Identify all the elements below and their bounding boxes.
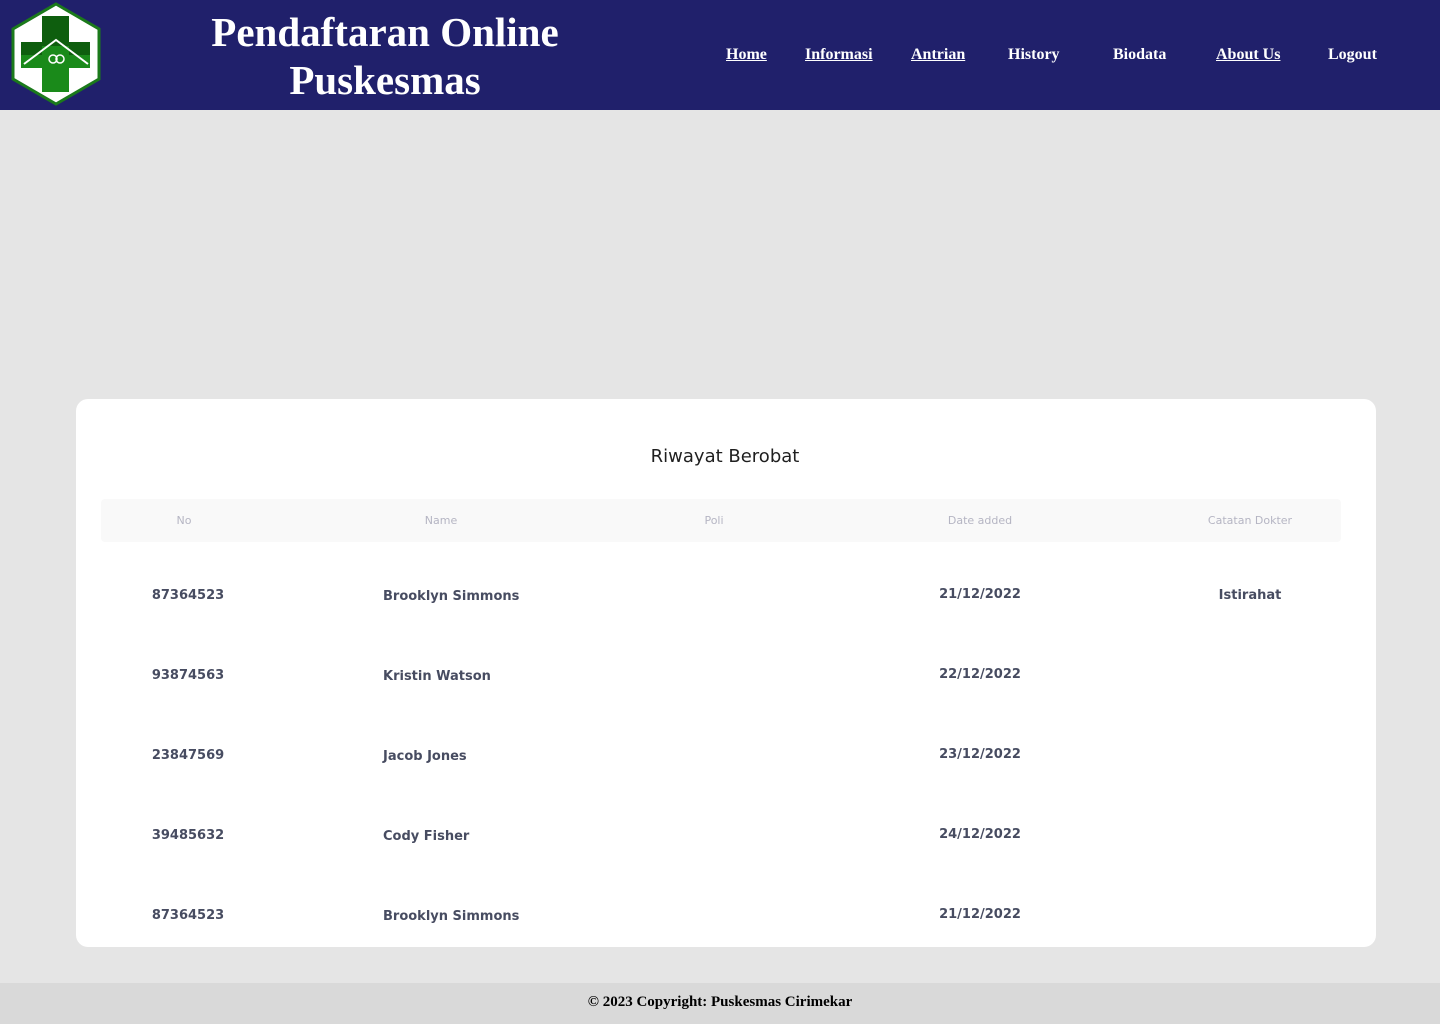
cell-date: 23/12/2022 <box>939 747 1021 762</box>
nav-logout[interactable]: Logout <box>1328 45 1377 65</box>
cell-no: 39485632 <box>151 828 225 843</box>
cell-name: Cody Fisher <box>383 829 470 844</box>
main-nav: Home Informasi Antrian History Biodata A… <box>0 0 1440 110</box>
nav-informasi[interactable]: Informasi <box>805 45 873 65</box>
history-card <box>76 399 1376 947</box>
cell-date: 24/12/2022 <box>939 827 1021 842</box>
cell-name: Brooklyn Simmons <box>383 909 520 924</box>
nav-about-us[interactable]: About Us <box>1216 45 1280 65</box>
column-header-no: No <box>176 514 192 527</box>
cell-date: 21/12/2022 <box>939 907 1021 922</box>
column-header-date-added: Date added <box>947 514 1013 527</box>
cell-name: Jacob Jones <box>383 749 467 764</box>
cell-no: 93874563 <box>151 668 225 683</box>
footer-copyright: © 2023 Copyright: Puskesmas Cirimekar <box>587 994 853 1010</box>
history-title: Riwayat Berobat <box>650 446 800 467</box>
cell-no: 87364523 <box>151 908 225 923</box>
header-bar: Pendaftaran Online Puskesmas Home Inform… <box>0 0 1440 110</box>
cell-name: Kristin Watson <box>383 669 491 684</box>
column-header-name: Name <box>424 514 458 527</box>
nav-history[interactable]: History <box>1008 45 1060 65</box>
cell-name: Brooklyn Simmons <box>383 589 520 604</box>
nav-home[interactable]: Home <box>726 45 767 65</box>
nav-antrian[interactable]: Antrian <box>911 45 965 65</box>
cell-date: 22/12/2022 <box>939 667 1021 682</box>
column-header-poli: Poli <box>704 514 724 527</box>
cell-no: 87364523 <box>151 588 225 603</box>
cell-no: 23847569 <box>151 748 225 763</box>
cell-date: 21/12/2022 <box>939 587 1021 602</box>
cell-catatan: Istirahat <box>1218 588 1282 603</box>
nav-biodata[interactable]: Biodata <box>1113 45 1166 65</box>
column-header-catatan-dokter: Catatan Dokter <box>1207 514 1293 527</box>
